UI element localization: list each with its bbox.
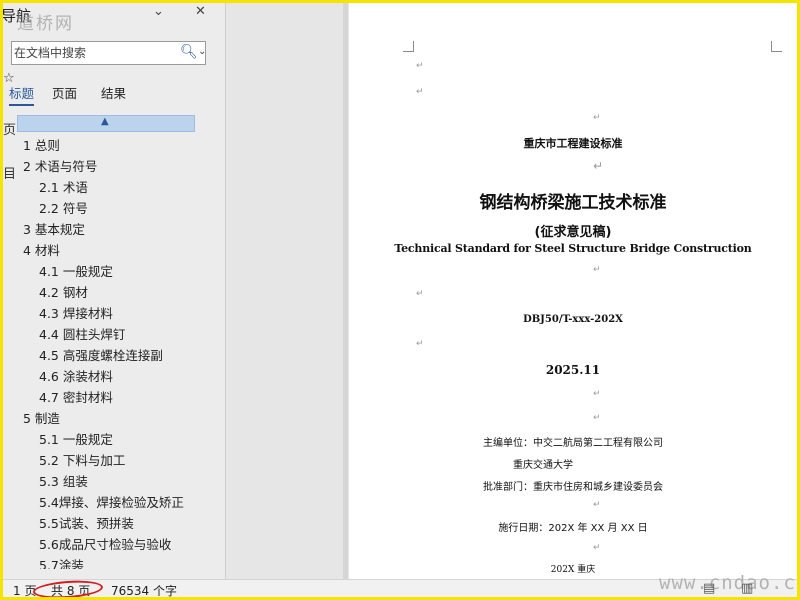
- paragraph-mark: ↵: [416, 61, 424, 71]
- paragraph-mark: ↵: [416, 339, 424, 349]
- editor-unit-1: 中交二航局第二工程有限公司: [533, 438, 663, 449]
- doc-title: 钢结构桥梁施工技术标准: [479, 193, 667, 213]
- document-page[interactable]: ↵ ↵ ↵ 重庆市工程建设标准 ↵ 钢结构桥梁施工技术标准 (征求意见稿) Te…: [349, 3, 797, 579]
- doc-date: 2025.11: [545, 363, 601, 377]
- nav-heading-item[interactable]: 2.2 符号: [39, 198, 88, 217]
- paragraph-mark: ↵: [593, 113, 601, 123]
- nav-heading-item[interactable]: 5.3 组装: [39, 471, 88, 490]
- effective-date: 202X 年 XX 月 XX 日: [548, 523, 648, 534]
- annotation-circle: [32, 578, 104, 597]
- tab-results[interactable]: 结果: [101, 83, 126, 102]
- nav-heading-item[interactable]: 2 术语与符号: [23, 156, 97, 175]
- status-bar: 1 页 共 8 页 76534 个字 www.cndao.com ▤ ▥: [3, 572, 797, 597]
- crop-mark-tr: [771, 41, 782, 52]
- tab-pages[interactable]: 页面: [52, 83, 77, 102]
- heading-list: 1 总则 2 术语与符号 2.1 术语 2.2 符号 3 基本规定 4 材料 4.1 一般规…: [3, 133, 225, 569]
- collapse-all-button[interactable]: ▲: [17, 115, 195, 132]
- search-input[interactable]: [14, 42, 174, 64]
- doc-english-title: Technical Standard for Steel Structure B…: [394, 242, 752, 255]
- paragraph-mark: ↵: [593, 413, 601, 423]
- approver-unit: 重庆市住房和城乡建设委员会: [533, 482, 663, 493]
- print-layout-icon[interactable]: ▤: [703, 581, 715, 596]
- paragraph-mark: ↵: [593, 389, 601, 399]
- navigation-pane: 导航 道桥网 ⌄ ✕ 🔍︎ ⌄ ☆ 页 目 标题 页面 结果 ▲ 1 总则2 术…: [3, 3, 226, 579]
- paragraph-mark: ↵: [593, 265, 601, 275]
- word-count[interactable]: 76534 个字: [111, 582, 177, 597]
- search-options-chevron-icon[interactable]: ⌄: [198, 46, 206, 57]
- nav-heading-item[interactable]: 5.7涂装: [39, 555, 84, 569]
- paragraph-mark: ↵: [416, 289, 424, 299]
- doc-code: DBJ50/T-xxx-202X: [523, 314, 623, 325]
- nav-heading-item[interactable]: 4.4 圆柱头焊钉: [39, 324, 125, 343]
- paragraph-mark: ↵: [593, 543, 601, 553]
- doc-editor-line: 主编单位：中交二航局第二工程有限公司: [349, 434, 797, 449]
- nav-heading-item[interactable]: 4 材料: [23, 240, 60, 259]
- pane-gutter: [226, 3, 348, 579]
- close-icon[interactable]: ✕: [195, 4, 206, 19]
- nav-heading-item[interactable]: 5.6成品尺寸检验与验收: [39, 534, 171, 553]
- editor-unit-2: 重庆交通大学: [513, 460, 573, 471]
- doc-header: 重庆市工程建设标准: [523, 137, 623, 150]
- watermark-url: www.cndao.com: [659, 572, 797, 594]
- nav-heading-item[interactable]: 5.1 一般规定: [39, 429, 113, 448]
- nav-heading-item[interactable]: 4.6 涂装材料: [39, 366, 113, 385]
- collapse-triangle-icon: ▲: [101, 116, 109, 127]
- effective-label: 施行日期：: [498, 523, 549, 534]
- tab-headings[interactable]: 标题: [9, 83, 35, 106]
- nav-heading-item[interactable]: 4.7 密封材料: [39, 387, 113, 406]
- nav-heading-item[interactable]: 5.5试装、预拼装: [39, 513, 134, 532]
- editor-label: 主编单位：: [483, 438, 533, 449]
- paragraph-mark: ↵: [593, 500, 601, 510]
- paragraph-mark: ↵: [416, 87, 424, 97]
- nav-heading-item[interactable]: 5 制造: [23, 408, 60, 427]
- doc-approver-line: 批准部门：重庆市住房和城乡建设委员会: [349, 478, 797, 493]
- nav-heading-item[interactable]: 4.2 钢材: [39, 282, 88, 301]
- nav-heading-item[interactable]: 5.2 下料与加工: [39, 450, 125, 469]
- crop-mark-tl: [403, 41, 414, 52]
- nav-heading-item[interactable]: 3 基本规定: [23, 219, 85, 238]
- web-layout-icon[interactable]: ▥: [741, 581, 753, 596]
- nav-heading-item[interactable]: 4.5 高强度螺栓连接副: [39, 345, 163, 364]
- watermark-logo: 道桥网: [17, 14, 74, 34]
- nav-heading-item[interactable]: 4.3 焊接材料: [39, 303, 113, 322]
- search-box[interactable]: 🔍︎ ⌄: [11, 41, 206, 65]
- nav-heading-item[interactable]: 5.4焊接、焊接检验及矫正: [39, 492, 184, 511]
- approver-label: 批准部门：: [483, 482, 533, 493]
- nav-heading-item[interactable]: 4.1 一般规定: [39, 261, 113, 280]
- search-icon[interactable]: 🔍︎: [180, 44, 198, 60]
- paragraph-mark: ↵: [593, 159, 604, 173]
- doc-effective-line: 施行日期：202X 年 XX 月 XX 日: [349, 519, 797, 534]
- nav-heading-item[interactable]: 2.1 术语: [39, 177, 88, 196]
- doc-subtitle: (征求意见稿): [534, 225, 612, 240]
- nav-heading-item[interactable]: 1 总则: [23, 135, 60, 154]
- chevron-down-icon[interactable]: ⌄: [153, 4, 164, 19]
- vertical-scrollbar[interactable]: [343, 3, 348, 579]
- word-window: 导航 道桥网 ⌄ ✕ 🔍︎ ⌄ ☆ 页 目 标题 页面 结果 ▲ 1 总则2 术…: [0, 0, 800, 600]
